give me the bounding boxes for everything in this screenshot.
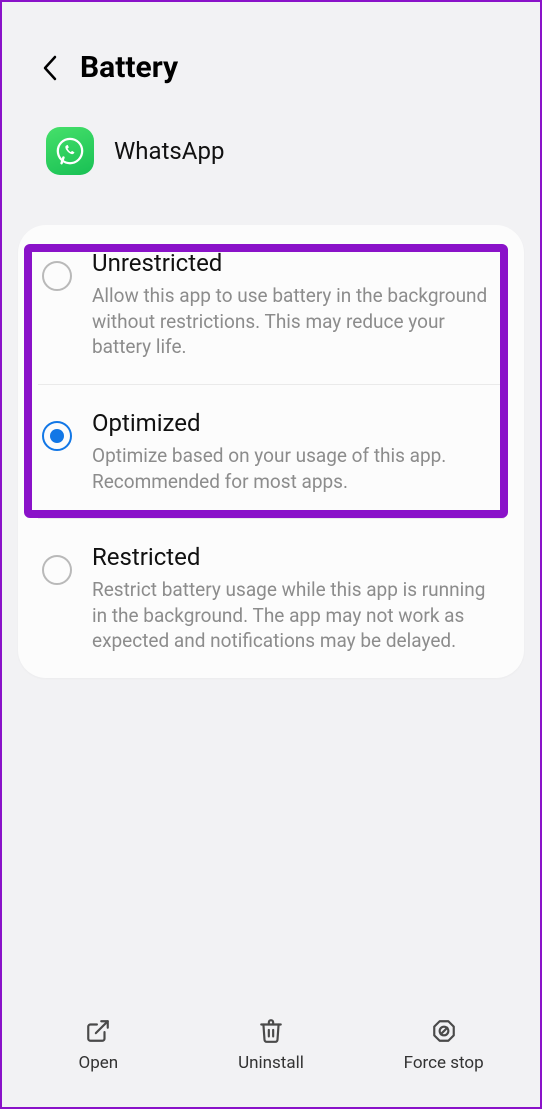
chevron-left-icon	[40, 54, 60, 82]
option-desc: Optimize based on your usage of this app…	[92, 443, 504, 494]
trash-icon	[257, 1017, 285, 1045]
app-header: WhatsApp	[2, 95, 540, 225]
option-unrestricted[interactable]: Unrestricted Allow this app to use batte…	[18, 225, 524, 384]
option-title: Optimized	[92, 409, 504, 437]
battery-options-card: Unrestricted Allow this app to use batte…	[18, 225, 524, 678]
option-title: Restricted	[92, 543, 504, 571]
open-icon	[84, 1017, 112, 1045]
radio-restricted[interactable]	[42, 555, 72, 585]
nav-label: Uninstall	[238, 1053, 304, 1073]
stop-icon	[430, 1017, 458, 1045]
page-title: Battery	[80, 50, 178, 85]
whatsapp-icon	[46, 127, 94, 175]
option-optimized[interactable]: Optimized Optimize based on your usage o…	[18, 385, 524, 518]
option-restricted[interactable]: Restricted Restrict battery usage while …	[18, 519, 524, 678]
option-desc: Restrict battery usage while this app is…	[92, 577, 504, 654]
radio-optimized[interactable]	[42, 421, 72, 451]
option-title: Unrestricted	[92, 249, 504, 277]
open-button[interactable]: Open	[23, 1017, 173, 1073]
radio-unrestricted[interactable]	[42, 261, 72, 291]
option-desc: Allow this app to use battery in the bac…	[92, 283, 504, 360]
nav-label: Open	[79, 1053, 119, 1073]
app-name: WhatsApp	[114, 137, 224, 165]
uninstall-button[interactable]: Uninstall	[196, 1017, 346, 1073]
bottom-nav: Open Uninstall Force stop	[2, 997, 540, 1107]
nav-label: Force stop	[404, 1053, 484, 1073]
force-stop-button[interactable]: Force stop	[369, 1017, 519, 1073]
back-button[interactable]	[34, 52, 66, 84]
